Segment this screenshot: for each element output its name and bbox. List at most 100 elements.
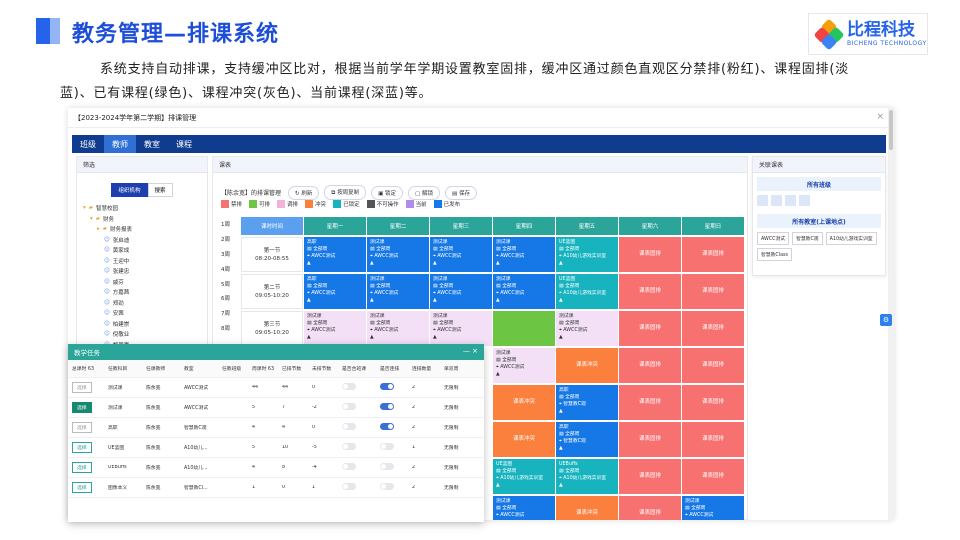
nav-tab-1[interactable]: 教师 [104, 135, 136, 153]
schedule-cell[interactable]: UEBuffs ▤ 全部周 ⌖ A10幼儿游戏实训室 ▲ [556, 459, 618, 494]
schedule-cell[interactable]: 课表固排 [619, 274, 681, 309]
tree-item[interactable]: ☺ 倪敬业 [77, 329, 207, 340]
schedule-cell[interactable]: 课表固排 [682, 422, 744, 457]
schedule-cell[interactable]: 测试课▤ 全部周⌖ AWCC测试▲ [367, 237, 429, 272]
schedule-cell[interactable]: 测试课▤ 全部周⌖ AWCC测试▲ [304, 311, 366, 346]
schedule-cell[interactable]: 测试课▤ 全部周⌖ AWCC测试▲ [367, 311, 429, 346]
schedule-cell[interactable]: 测试课▤ 全部周⌖ AWCC测试▲ [556, 311, 618, 346]
schedule-cell[interactable]: 高职 ▤ 全部周 ⌖ 智慧教C观 ▲ [556, 422, 618, 457]
schedule-cell[interactable]: 课表固排 [619, 422, 681, 457]
merge-class-toggle[interactable] [342, 383, 356, 390]
schedule-cell[interactable]: 课表冲突 [556, 496, 618, 520]
select-button[interactable]: 选择 [72, 462, 92, 473]
select-button[interactable]: 选择 [72, 422, 92, 433]
merge-class-toggle[interactable] [342, 423, 356, 430]
schedule-cell[interactable]: 课表固排 [619, 385, 681, 420]
schedule-cell[interactable]: 课表冲突 [493, 422, 555, 457]
tree-item[interactable]: ☺ 戚芬 [77, 277, 207, 288]
schedule-cell[interactable]: 课表固排 [619, 237, 681, 272]
close-icon[interactable]: × [876, 112, 884, 122]
continuous-toggle[interactable] [380, 423, 394, 430]
merge-class-toggle[interactable] [342, 463, 356, 470]
tree-item[interactable]: ☺ 柏建崇 [77, 319, 207, 330]
tree-item[interactable]: ☺ 张建忠 [77, 266, 207, 277]
select-button[interactable]: 选择 [72, 382, 92, 393]
tree-arrow-icon[interactable]: ▾ [83, 205, 86, 211]
unlock-button[interactable]: ▢ 解锁 [408, 185, 441, 200]
class-chip[interactable] [799, 195, 810, 206]
select-button[interactable]: 选择 [72, 482, 92, 493]
select-button[interactable]: 选择 [72, 402, 92, 413]
schedule-cell[interactable]: 课表冲突 [493, 385, 555, 420]
class-chip[interactable] [757, 195, 768, 206]
schedule-cell[interactable]: 测试课▤ 全部周⌖ AWCC测试▲ [493, 237, 555, 272]
merge-class-toggle[interactable] [342, 483, 356, 490]
week-item[interactable]: 4周 [221, 261, 239, 276]
dialog-window-controls-icon[interactable]: — × [463, 347, 478, 355]
schedule-cell[interactable]: UE蓝图 ▤ 全部周 ⌖ A10幼儿游戏实训室 ▲ [556, 237, 618, 272]
schedule-cell[interactable]: 课表固排 [682, 385, 744, 420]
all-classes-section[interactable]: 所有班级 [757, 177, 881, 191]
schedule-cell[interactable]: 课表固排 [682, 311, 744, 346]
room-chip[interactable]: AWCC测试 [757, 232, 790, 245]
week-item[interactable]: 3周 [221, 247, 239, 262]
schedule-cell[interactable]: 课表固排 [619, 496, 681, 520]
tree-item[interactable]: ☺ 王迎中 [77, 256, 207, 267]
tree-item[interactable]: ☺ 黄家成 [77, 245, 207, 256]
merge-class-toggle[interactable] [342, 443, 356, 450]
continuous-toggle[interactable] [380, 483, 394, 490]
schedule-cell[interactable]: UE蓝图 ▤ 全部周 ⌖ A10幼儿游戏实训室 ▲ [493, 459, 555, 494]
schedule-cell[interactable]: 课表固排 [682, 459, 744, 494]
tree-item[interactable]: ▾ ▰ 财务 [77, 214, 207, 225]
save-button[interactable]: ▤ 保存 [445, 185, 477, 200]
room-chip[interactable]: 智慧教Class [757, 248, 793, 261]
tree-item[interactable]: ☺ 郑劲 [77, 298, 207, 309]
schedule-cell[interactable]: 高职 ▤ 全部周 ⌖ AWCC测试 ▲ [304, 237, 366, 272]
schedule-cell[interactable]: 测试课▤ 全部周⌖ AWCC测试▲ [430, 237, 492, 272]
continuous-toggle[interactable] [380, 443, 394, 450]
schedule-cell[interactable]: 课表固排 [682, 274, 744, 309]
tree-item[interactable]: ▸ ▰ 财务报表 [77, 224, 207, 235]
lock-button[interactable]: ▣ 锁定 [371, 185, 404, 200]
class-chip[interactable] [785, 195, 796, 206]
week-item[interactable]: 7周 [221, 306, 239, 321]
merge-class-toggle[interactable] [342, 403, 356, 410]
continuous-toggle[interactable] [380, 463, 394, 470]
schedule-cell[interactable]: 课表固排 [619, 348, 681, 383]
week-item[interactable]: 6周 [221, 291, 239, 306]
schedule-cell[interactable]: 测试课▤ 全部周⌖ AWCC测试▲ [493, 496, 555, 520]
select-button[interactable]: 选择 [72, 442, 92, 453]
nav-tab-0[interactable]: 班级 [72, 135, 104, 153]
class-chip[interactable] [771, 195, 782, 206]
nav-tab-2[interactable]: 教室 [136, 135, 168, 153]
refresh-button[interactable]: ↻ 刷新 [288, 185, 320, 200]
schedule-cell[interactable]: 课表固排 [619, 311, 681, 346]
tree-item[interactable]: ☺ 张启迪 [77, 235, 207, 246]
schedule-cell[interactable]: 课表固排 [682, 348, 744, 383]
tree-item[interactable]: ▾ ▰ 智慧校园 [77, 203, 207, 214]
schedule-cell[interactable]: 测试课▤ 全部周⌖ AWCC测试▲ [493, 348, 555, 383]
week-item[interactable]: 2周 [221, 232, 239, 247]
schedule-cell[interactable]: 测试课▤ 全部周⌖ AWCC测试▲ [367, 274, 429, 309]
schedule-cell[interactable]: 高职 ▤ 全部周 ⌖ 智慧教C观 ▲ [556, 385, 618, 420]
schedule-cell[interactable]: 测试课▤ 全部周⌖ AWCC测试▲ [493, 274, 555, 309]
schedule-cell[interactable]: UE蓝图 ▤ 全部周 ⌖ A10幼儿游戏实训室 ▲ [556, 274, 618, 309]
week-item[interactable]: 5周 [221, 276, 239, 291]
room-chip[interactable]: 智慧教C观 [792, 232, 823, 245]
room-chip[interactable]: A10幼儿游戏实训室 [825, 232, 877, 245]
scrollbar-thumb[interactable] [889, 110, 893, 150]
schedule-cell[interactable]: 高职 ▤ 全部周 ⌖ AWCC测试 ▲ [304, 274, 366, 309]
schedule-cell[interactable] [493, 311, 555, 346]
seg-search[interactable]: 搜索 [147, 183, 173, 197]
schedule-cell[interactable]: 课表固排 [619, 459, 681, 494]
week-item[interactable]: 1周 [221, 217, 239, 232]
tree-item[interactable]: ☺ 安茜 [77, 308, 207, 319]
continuous-toggle[interactable] [380, 403, 394, 410]
tree-arrow-icon[interactable]: ▾ [90, 216, 93, 222]
schedule-cell[interactable]: 测试课▤ 全部周⌖ AWCC测试▲ [682, 496, 744, 520]
nav-tab-3[interactable]: 课程 [168, 135, 200, 153]
week-item[interactable]: 8周 [221, 321, 239, 336]
all-rooms-section[interactable]: 所有教室(上课地点) [757, 214, 881, 228]
schedule-cell[interactable]: 测试课▤ 全部周⌖ AWCC测试▲ [430, 311, 492, 346]
settings-gear-icon[interactable]: ⚙ [880, 314, 892, 326]
